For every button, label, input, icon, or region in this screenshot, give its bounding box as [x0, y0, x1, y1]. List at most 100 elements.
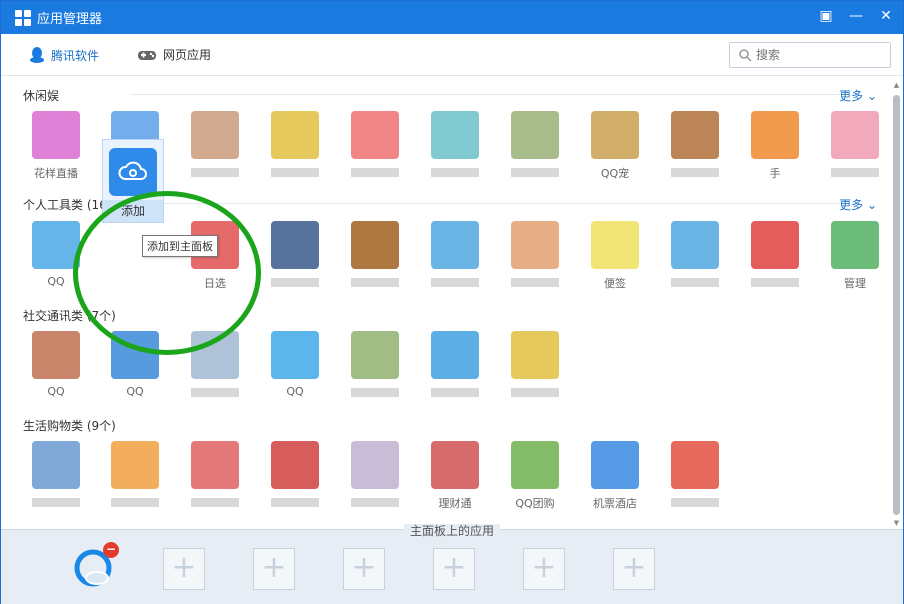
cloud-app-icon [109, 148, 157, 196]
app-tile[interactable] [825, 107, 885, 191]
app-icon [831, 221, 879, 269]
vertical-scrollbar[interactable]: ▲ ▼ [892, 81, 901, 527]
app-tile[interactable] [185, 107, 245, 191]
app-tile[interactable] [665, 107, 725, 191]
blurred-label [511, 388, 559, 397]
app-tile[interactable] [425, 107, 485, 191]
app-icon [591, 221, 639, 269]
app-tile[interactable]: 管理 [825, 217, 885, 301]
chevron-down-icon: ⌄ [866, 89, 877, 103]
app-icon [271, 331, 319, 379]
panel-app-qq-browser[interactable]: − [71, 542, 119, 590]
app-tile[interactable] [265, 107, 325, 191]
app-icon [111, 441, 159, 489]
app-tile[interactable] [345, 437, 405, 521]
app-tile[interactable]: QQ [265, 327, 325, 411]
empty-slot[interactable]: + [163, 548, 205, 590]
blurred-label [191, 168, 239, 177]
empty-slot[interactable]: + [433, 548, 475, 590]
qq-penguin-icon [30, 47, 44, 63]
more-link-tools[interactable]: 更多 ⌄ [839, 196, 877, 213]
app-manager-logo-icon [15, 9, 31, 26]
app-tile[interactable] [265, 437, 325, 521]
more-label: 更多 [839, 198, 864, 212]
empty-slot[interactable]: + [523, 548, 565, 590]
app-icon [831, 111, 879, 159]
blurred-label [751, 278, 799, 287]
close-button[interactable]: ✕ [877, 7, 895, 25]
blurred-label [271, 278, 319, 287]
app-tile[interactable]: QQ [26, 327, 86, 411]
app-label: QQ [126, 385, 144, 398]
app-tile[interactable]: 手 [745, 107, 805, 191]
search-box[interactable] [729, 42, 891, 68]
app-tile[interactable]: 花样直播 [26, 107, 86, 191]
empty-slot[interactable]: + [613, 548, 655, 590]
app-label: QQ [47, 385, 65, 398]
more-label: 更多 [839, 89, 864, 103]
app-tile[interactable] [185, 437, 245, 521]
app-icon [671, 441, 719, 489]
scroll-up-icon[interactable]: ▲ [892, 81, 901, 89]
search-input[interactable] [756, 48, 876, 62]
category-divider [131, 94, 843, 95]
app-tile[interactable] [665, 437, 725, 521]
blurred-label [191, 388, 239, 397]
blurred-label [831, 168, 879, 177]
remove-badge-icon[interactable]: − [103, 542, 119, 558]
app-tile[interactable] [345, 107, 405, 191]
blurred-label [511, 278, 559, 287]
app-tile[interactable] [505, 107, 565, 191]
app-icon [511, 221, 559, 269]
app-tile[interactable] [505, 217, 565, 301]
app-manager-window: 应用管理器 ▣ — ✕ 腾讯软件 网页应用 休闲娱 更多 ⌄ 花样直播QQ宠手 … [0, 0, 904, 604]
category-header-shopping: 生活购物类 (9个) [23, 419, 116, 433]
app-tile[interactable] [425, 327, 485, 411]
scroll-thumb[interactable] [893, 95, 900, 515]
app-tile[interactable] [105, 437, 165, 521]
app-label: 理财通 [438, 497, 472, 509]
app-icon [271, 221, 319, 269]
app-tile[interactable] [665, 217, 725, 301]
app-tile[interactable]: 便签 [585, 217, 645, 301]
app-tile[interactable] [26, 437, 86, 521]
app-tile[interactable] [425, 217, 485, 301]
app-icon [351, 331, 399, 379]
app-label: 便签 [604, 277, 626, 289]
app-label: 花样直播 [34, 167, 78, 179]
app-tile[interactable] [345, 217, 405, 301]
pin-icon[interactable]: ▣ [817, 7, 835, 25]
blurred-label [32, 498, 80, 507]
app-tile[interactable] [265, 217, 325, 301]
blurred-label [351, 278, 399, 287]
blurred-label [671, 278, 719, 287]
app-tile[interactable]: 机票酒店 [585, 437, 645, 521]
app-label: QQ宠 [600, 167, 630, 179]
app-tile[interactable]: QQ团购 [505, 437, 565, 521]
minimize-button[interactable]: — [847, 7, 865, 25]
app-tile[interactable] [345, 327, 405, 411]
blurred-label [671, 168, 719, 177]
blurred-label [271, 168, 319, 177]
app-tile[interactable] [745, 217, 805, 301]
more-link-leisure[interactable]: 更多 ⌄ [839, 87, 877, 104]
blurred-label [351, 498, 399, 507]
app-icon [511, 441, 559, 489]
tab-label: 腾讯软件 [51, 48, 100, 63]
blurred-label [431, 388, 479, 397]
app-icon [271, 111, 319, 159]
app-icon [191, 441, 239, 489]
blurred-label [351, 388, 399, 397]
tab-label: 网页应用 [163, 48, 212, 62]
search-icon [739, 49, 752, 62]
app-icon [431, 441, 479, 489]
app-tile[interactable]: 理财通 [425, 437, 485, 521]
empty-slot[interactable]: + [253, 548, 295, 590]
blurred-label [351, 168, 399, 177]
app-tile[interactable]: QQ宠 [585, 107, 645, 191]
empty-slot[interactable]: + [343, 548, 385, 590]
app-icon [191, 111, 239, 159]
tab-tencent-software[interactable]: 腾讯软件 [29, 46, 99, 64]
app-tile[interactable] [505, 327, 565, 411]
tab-web-apps[interactable]: 网页应用 [137, 46, 211, 63]
